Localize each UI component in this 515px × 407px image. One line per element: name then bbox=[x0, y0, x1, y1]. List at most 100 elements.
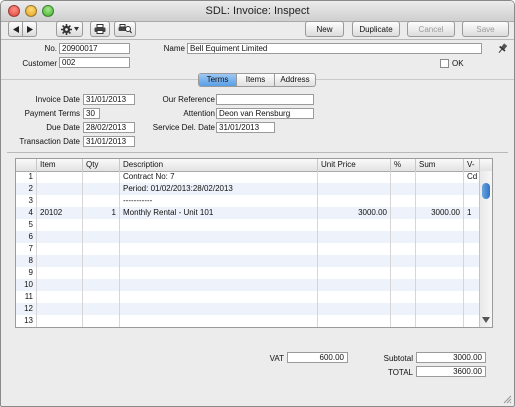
percent-cell[interactable] bbox=[391, 279, 416, 291]
table-row[interactable]: 8 bbox=[16, 255, 480, 267]
percent-cell[interactable] bbox=[391, 303, 416, 315]
percent-cell[interactable] bbox=[391, 171, 416, 183]
new-button[interactable]: New bbox=[305, 21, 344, 37]
customer-field[interactable]: 002 bbox=[59, 57, 130, 68]
table-row[interactable]: 5 bbox=[16, 219, 480, 231]
unit-price-cell[interactable] bbox=[318, 243, 391, 255]
scroll-down-arrow-icon[interactable] bbox=[482, 317, 490, 323]
description-cell[interactable] bbox=[120, 315, 318, 327]
operations-menu-button[interactable] bbox=[56, 21, 83, 37]
percent-cell[interactable] bbox=[391, 315, 416, 327]
column-header-vcd[interactable]: V-Cd bbox=[464, 159, 480, 181]
invoice-number-field[interactable]: 20900017 bbox=[59, 43, 130, 54]
qty-cell[interactable] bbox=[83, 303, 120, 315]
sum-cell[interactable] bbox=[416, 195, 464, 207]
item-cell[interactable] bbox=[37, 195, 83, 207]
description-cell[interactable]: Period: 01/02/2013:28/02/2013 bbox=[120, 183, 318, 195]
vcd-cell[interactable] bbox=[464, 267, 480, 279]
unit-price-cell[interactable] bbox=[318, 183, 391, 195]
qty-cell[interactable] bbox=[83, 267, 120, 279]
vcd-cell[interactable] bbox=[464, 243, 480, 255]
cancel-button[interactable]: Cancel bbox=[407, 21, 455, 37]
transaction-date-field[interactable]: 31/01/2013 bbox=[83, 136, 135, 147]
unit-price-cell[interactable] bbox=[318, 195, 391, 207]
item-cell[interactable] bbox=[37, 267, 83, 279]
percent-cell[interactable] bbox=[391, 195, 416, 207]
vertical-scrollbar[interactable] bbox=[479, 171, 492, 327]
item-cell[interactable] bbox=[37, 183, 83, 195]
item-cell[interactable] bbox=[37, 171, 83, 183]
sum-cell[interactable] bbox=[416, 303, 464, 315]
sum-cell[interactable] bbox=[416, 291, 464, 303]
service-del-date-field[interactable]: 31/01/2013 bbox=[216, 122, 275, 133]
total-field[interactable]: 3600.00 bbox=[416, 366, 486, 377]
table-row[interactable]: 2 Period: 01/02/2013:28/02/2013 bbox=[16, 183, 480, 195]
column-header-item[interactable]: Item bbox=[37, 159, 83, 171]
sum-cell[interactable] bbox=[416, 231, 464, 243]
item-cell[interactable] bbox=[37, 255, 83, 267]
sum-cell[interactable] bbox=[416, 243, 464, 255]
customer-name-field[interactable]: Bell Equiment Limited bbox=[187, 43, 482, 54]
description-cell[interactable]: Contract No: 7 bbox=[120, 171, 318, 183]
subtotal-field[interactable]: 3000.00 bbox=[416, 352, 486, 363]
ok-checkbox[interactable] bbox=[440, 59, 449, 68]
table-row[interactable]: 4 20102 1 Monthly Rental - Unit 101 3000.00 3… bbox=[16, 207, 480, 219]
print-button[interactable] bbox=[90, 21, 110, 37]
unit-price-cell[interactable] bbox=[318, 231, 391, 243]
our-reference-field[interactable] bbox=[216, 94, 314, 105]
sum-cell[interactable] bbox=[416, 183, 464, 195]
column-header-qty[interactable]: Qty bbox=[83, 159, 120, 171]
resize-grip-icon[interactable] bbox=[502, 394, 512, 404]
column-header-percent[interactable]: % bbox=[391, 159, 416, 171]
unit-price-cell[interactable] bbox=[318, 267, 391, 279]
percent-cell[interactable] bbox=[391, 243, 416, 255]
unit-price-cell[interactable] bbox=[318, 279, 391, 291]
unit-price-cell[interactable] bbox=[318, 255, 391, 267]
vcd-cell[interactable] bbox=[464, 219, 480, 231]
qty-cell[interactable] bbox=[83, 315, 120, 327]
description-cell[interactable] bbox=[120, 219, 318, 231]
vcd-cell[interactable] bbox=[464, 183, 480, 195]
sum-cell[interactable] bbox=[416, 315, 464, 327]
percent-cell[interactable] bbox=[391, 231, 416, 243]
qty-cell[interactable] bbox=[83, 255, 120, 267]
sum-cell[interactable] bbox=[416, 219, 464, 231]
percent-cell[interactable] bbox=[391, 255, 416, 267]
unit-price-cell[interactable] bbox=[318, 219, 391, 231]
qty-cell[interactable] bbox=[83, 279, 120, 291]
description-cell[interactable] bbox=[120, 231, 318, 243]
sum-cell[interactable]: 3000.00 bbox=[416, 207, 464, 219]
vcd-cell[interactable] bbox=[464, 315, 480, 327]
tab-address[interactable]: Address bbox=[275, 74, 315, 86]
vat-field[interactable]: 600.00 bbox=[287, 352, 348, 363]
qty-cell[interactable] bbox=[83, 291, 120, 303]
item-cell[interactable]: 20102 bbox=[37, 207, 83, 219]
percent-cell[interactable] bbox=[391, 291, 416, 303]
attention-field[interactable]: Deon van Rensburg bbox=[216, 108, 314, 119]
table-row[interactable]: 12 bbox=[16, 303, 480, 315]
description-cell[interactable] bbox=[120, 303, 318, 315]
qty-cell[interactable] bbox=[83, 219, 120, 231]
sum-cell[interactable] bbox=[416, 171, 464, 183]
item-cell[interactable] bbox=[37, 243, 83, 255]
description-cell[interactable] bbox=[120, 279, 318, 291]
vcd-cell[interactable] bbox=[464, 255, 480, 267]
item-cell[interactable] bbox=[37, 315, 83, 327]
column-header-unit-price[interactable]: Unit Price bbox=[318, 159, 391, 171]
sum-cell[interactable] bbox=[416, 267, 464, 279]
table-row[interactable]: 3 ----------- bbox=[16, 195, 480, 207]
vcd-cell[interactable] bbox=[464, 231, 480, 243]
percent-cell[interactable] bbox=[391, 267, 416, 279]
percent-cell[interactable] bbox=[391, 207, 416, 219]
qty-cell[interactable] bbox=[83, 231, 120, 243]
scrollbar-thumb[interactable] bbox=[482, 183, 490, 199]
qty-cell[interactable] bbox=[83, 171, 120, 183]
next-record-button[interactable] bbox=[22, 21, 37, 37]
invoice-date-field[interactable]: 31/01/2013 bbox=[83, 94, 135, 105]
pin-icon[interactable] bbox=[497, 43, 508, 54]
unit-price-cell[interactable] bbox=[318, 315, 391, 327]
qty-cell[interactable] bbox=[83, 183, 120, 195]
column-header-sum[interactable]: Sum bbox=[416, 159, 464, 171]
unit-price-cell[interactable] bbox=[318, 291, 391, 303]
payment-terms-field[interactable]: 30 bbox=[83, 108, 100, 119]
